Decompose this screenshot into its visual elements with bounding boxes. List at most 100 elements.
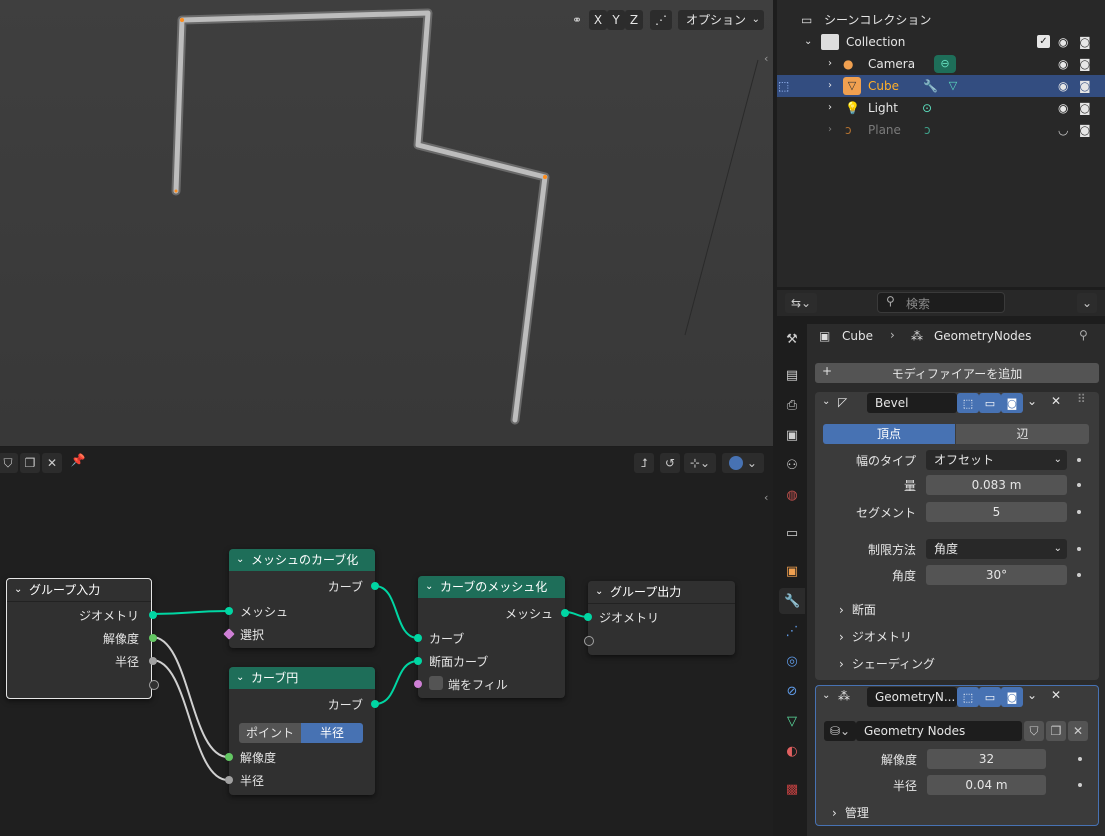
curve-data-icon[interactable]: ↄ (924, 119, 931, 141)
chevron-right-icon[interactable]: › (828, 75, 832, 97)
input-socket-empty[interactable] (584, 636, 594, 646)
input-socket-curve[interactable] (414, 634, 422, 642)
eye-icon[interactable]: ◉ (1058, 31, 1068, 53)
outliner-row-collection[interactable]: ⌄ Collection ✓ ◉ ◙ (777, 31, 1105, 53)
output-socket-radius[interactable] (149, 657, 157, 665)
subpanel-geometry[interactable]: › ジオメトリ (839, 628, 912, 645)
tab-edge[interactable]: 辺 (956, 424, 1089, 444)
keyframe-dot[interactable] (1077, 458, 1081, 462)
angle-field[interactable]: 30° (926, 565, 1067, 585)
chevron-down-icon[interactable]: ⌄ (822, 690, 830, 701)
duplicate-icon[interactable]: ❐ (1046, 721, 1066, 741)
select-box-icon[interactable]: ⬚ (778, 75, 789, 97)
3d-viewport[interactable]: ⚭ X Y Z ⋰ オプション ⌄ ‹ (0, 0, 773, 446)
node-header[interactable]: ⌄ メッシュのカーブ化 (229, 549, 375, 571)
chevron-right-icon[interactable]: › (828, 53, 832, 75)
output-socket-curve[interactable] (371, 582, 379, 590)
eye-icon[interactable]: ◉ (1058, 53, 1068, 75)
limit-method-select[interactable]: 角度 ⌄ (926, 539, 1067, 559)
close-icon[interactable]: ✕ (1051, 688, 1061, 702)
drag-handle-icon[interactable]: ⠿ (1077, 392, 1086, 406)
properties-tabs[interactable]: ⚒ ▤ ⎙ ▣ ⚇ ◍ ▭ ▣ 🔧 ⋰ ◎ ⊘ ▽ ◐ ▩ (777, 324, 807, 836)
amount-field[interactable]: 0.083 m (926, 475, 1067, 495)
eye-icon[interactable]: ◉ (1058, 97, 1068, 119)
wrench-tab-icon[interactable]: 🔧 (784, 594, 800, 610)
texture-tab-icon[interactable]: ▩ (784, 782, 800, 798)
subpanel-profile[interactable]: › 断面 (839, 601, 876, 618)
width-type-select[interactable]: オフセット ⌄ (926, 450, 1067, 470)
output-socket-curve[interactable] (371, 700, 379, 708)
tab-vertex[interactable]: 頂点 (823, 424, 955, 444)
outliner-row-plane[interactable]: › ↄ Plane ↄ ◡ ◙ (777, 119, 1105, 141)
outliner-row-scene-collection[interactable]: ▭ シーンコレクション (777, 9, 1105, 31)
render-toggle-icon[interactable]: ◙ (1001, 393, 1023, 413)
chevron-down-icon[interactable]: ⌄ (595, 581, 603, 603)
collection-tab-icon[interactable]: ▭ (784, 526, 800, 542)
editor-type-icon[interactable]: ⇆⌄ (785, 293, 817, 313)
mode-radius-button[interactable]: 半径 (301, 723, 363, 743)
segments-field[interactable]: 5 (926, 502, 1067, 522)
camera-render-icon[interactable]: ◙ (1079, 97, 1091, 119)
node-header[interactable]: ⌄ グループ出力 (588, 581, 735, 604)
keyframe-dot[interactable] (1077, 483, 1081, 487)
add-modifier-button[interactable]: + モディファイアーを追加 (815, 363, 1099, 383)
close-icon[interactable]: ✕ (1068, 721, 1088, 741)
fill-caps-checkbox[interactable] (429, 676, 443, 690)
camera-render-icon[interactable]: ◙ (1079, 31, 1091, 53)
input-socket-radius[interactable] (225, 776, 233, 784)
subpanel-shading[interactable]: › シェーディング (839, 655, 935, 672)
node-editor[interactable]: ⛉ ❐ ✕ 📌 ⮥ ↺ ⊹⌄ ⌄ ‹ ⌄ グループ入力 ジオメトリ 解像度 半径 (0, 447, 773, 836)
node-group-output[interactable]: ⌄ グループ出力 ジオメトリ (584, 581, 735, 655)
outliner-row-camera[interactable]: › ● Camera ⊖ ◉ ◙ (777, 53, 1105, 75)
viewport-display-icon[interactable]: ▭ (979, 393, 1001, 413)
chevron-down-icon[interactable]: ⌄ (1027, 688, 1037, 702)
edit-mode-toggle-icon[interactable]: ⬚ (957, 393, 979, 413)
mirror-icon[interactable]: ⚭ (566, 10, 588, 30)
data-tab-icon[interactable]: ▽ (784, 714, 800, 730)
fake-user-shield-icon[interactable]: ⛉ (1024, 721, 1044, 741)
search-field[interactable]: ⚲ 検索 (877, 292, 1005, 313)
keyframe-dot[interactable] (1078, 757, 1082, 761)
input-socket-mesh[interactable] (225, 607, 233, 615)
outliner-row-cube[interactable]: ⬚ › ▽ Cube 🔧 ▽ ◉ ◙ (777, 75, 1105, 97)
camera-render-icon[interactable]: ◙ (1079, 75, 1091, 97)
radius-field[interactable]: 0.04 m (927, 775, 1046, 795)
render-tab-icon[interactable]: ▤ (784, 368, 800, 384)
chevron-right-icon[interactable]: › (828, 97, 832, 119)
keyframe-dot[interactable] (1078, 783, 1082, 787)
pin-icon[interactable]: ⚲ (1079, 328, 1088, 342)
input-socket-geometry[interactable] (584, 613, 592, 621)
view-layer-tab-icon[interactable]: ▣ (784, 428, 800, 444)
mode-points-button[interactable]: ポイント (239, 723, 301, 743)
modifier-name-field[interactable]: Bevel (867, 393, 957, 413)
mesh-data-icon[interactable]: ▽ (943, 77, 963, 95)
input-socket-resolution[interactable] (225, 753, 233, 761)
object-tab-icon[interactable]: ▣ (784, 564, 800, 580)
chevron-down-icon[interactable]: ⌄ (822, 396, 830, 407)
outliner-row-light[interactable]: › 💡 Light ⊙ ◉ ◙ (777, 97, 1105, 119)
exclude-checkbox[interactable]: ✓ (1037, 35, 1050, 48)
chevron-down-icon[interactable]: ⌄ (236, 667, 244, 689)
tool-tab-icon[interactable]: ⚒ (784, 332, 800, 348)
node-header[interactable]: ⌄ カーブ円 (229, 667, 375, 689)
node-tree-name-field[interactable]: Geometry Nodes (856, 721, 1022, 741)
node-tree-browse-icon[interactable]: ⛁⌄ (824, 721, 856, 741)
world-tab-icon[interactable]: ◍ (784, 488, 800, 504)
subpanel-manage[interactable]: › 管理 (832, 804, 869, 821)
render-toggle-icon[interactable]: ◙ (1001, 687, 1023, 707)
keyframe-dot[interactable] (1077, 510, 1081, 514)
output-socket-geometry[interactable] (149, 611, 157, 619)
camera-render-icon[interactable]: ◙ (1079, 119, 1091, 141)
resolution-field[interactable]: 32 (927, 749, 1046, 769)
sidebar-toggle-arrow[interactable]: ‹ (764, 52, 773, 65)
modifier-name-field[interactable]: GeometryN... (867, 687, 957, 707)
constraints-tab-icon[interactable]: ⊘ (784, 684, 800, 700)
snap-icon[interactable]: ⋰ (650, 10, 672, 30)
curve-object-render[interactable] (0, 0, 773, 446)
chevron-down-icon[interactable]: ⌄ (14, 579, 22, 601)
edit-mode-toggle-icon[interactable]: ⬚ (957, 687, 979, 707)
camera-data-icon[interactable]: ⊖ (934, 55, 956, 73)
input-socket-profile-curve[interactable] (414, 657, 422, 665)
chevron-down-icon[interactable]: ⌄ (1027, 394, 1037, 408)
camera-render-icon[interactable]: ◙ (1079, 53, 1091, 75)
